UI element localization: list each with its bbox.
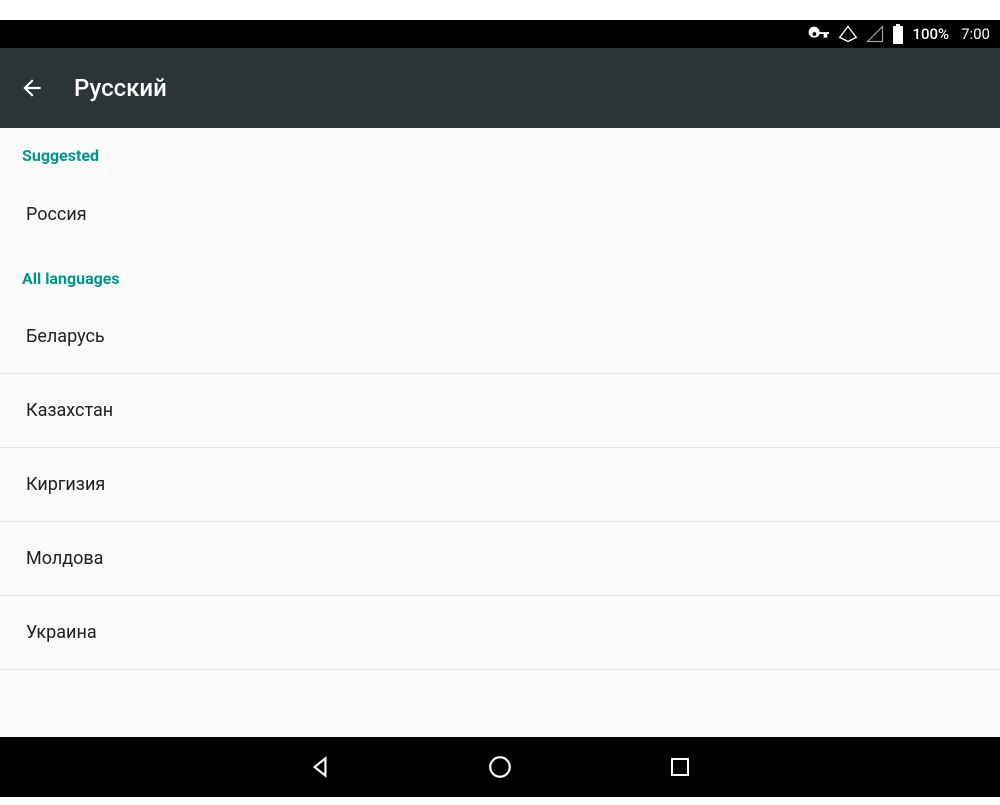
list-item-label: Беларусь <box>26 326 105 347</box>
list-item-label: Казахстан <box>26 400 113 421</box>
status-bar: 100% 7:00 <box>0 20 1000 48</box>
language-option-kyrgyzstan[interactable]: Киргизия <box>0 448 1000 522</box>
battery-percent: 100% <box>912 25 949 43</box>
nav-recent-button[interactable] <box>665 752 695 782</box>
content-scroll[interactable]: Suggested Россия All languages Беларусь … <box>0 128 1000 737</box>
arrow-back-icon <box>19 75 45 101</box>
language-option-ukraine[interactable]: Украина <box>0 596 1000 670</box>
nav-home-button[interactable] <box>485 752 515 782</box>
screen: 100% 7:00 Русский Suggested Россия All l… <box>0 0 1000 805</box>
triangle-back-icon <box>307 754 333 780</box>
nav-back-button[interactable] <box>305 752 335 782</box>
list-item-label: Украина <box>26 622 97 643</box>
list-item-label: Киргизия <box>26 474 105 495</box>
language-option-belarus[interactable]: Беларусь <box>0 300 1000 374</box>
language-option-kazakhstan[interactable]: Казахстан <box>0 374 1000 448</box>
vpn-key-icon <box>808 23 830 45</box>
section-header-suggested: Suggested <box>0 128 1000 177</box>
bottom-frame-gap <box>0 797 1000 805</box>
square-recent-icon <box>668 755 692 779</box>
navigation-bar <box>0 737 1000 797</box>
status-clock: 7:00 <box>961 25 990 43</box>
battery-full-icon <box>892 24 904 44</box>
language-option-moldova[interactable]: Молдова <box>0 522 1000 596</box>
back-button[interactable] <box>18 74 46 102</box>
top-frame-gap <box>0 0 1000 20</box>
wifi-outline-icon <box>838 24 858 44</box>
cell-signal-icon <box>866 25 884 43</box>
language-option-russia[interactable]: Россия <box>0 177 1000 251</box>
app-bar: Русский <box>0 48 1000 128</box>
list-item-label: Молдова <box>26 548 103 569</box>
page-title: Русский <box>74 74 167 102</box>
circle-home-icon <box>487 754 513 780</box>
section-header-all: All languages <box>0 251 1000 300</box>
list-item-label: Россия <box>26 204 87 225</box>
